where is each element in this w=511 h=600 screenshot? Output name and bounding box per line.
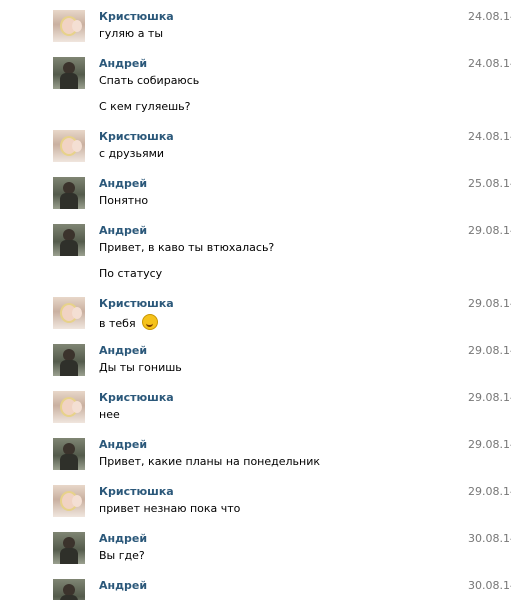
message-item: Андрей 30.08.14 Вы где? [0, 532, 511, 572]
message-text: нее [99, 408, 120, 421]
avatar[interactable] [53, 344, 85, 376]
avatar[interactable] [53, 438, 85, 470]
message-item: Андрей 30.08.14 [0, 579, 511, 600]
message-date[interactable]: 29.08.14 [468, 344, 511, 357]
avatar[interactable] [53, 391, 85, 423]
avatar[interactable] [53, 177, 85, 209]
message-item: Андрей 29.08.14 Привет, в каво ты втюхал… [0, 224, 511, 294]
message-text: с друзьями [99, 147, 165, 160]
author-name[interactable]: Кристюшка [99, 485, 174, 498]
message-text: Понятно [99, 194, 149, 207]
message-text: гуляю а ты [99, 27, 164, 40]
message-text: Спать собираюсь [99, 74, 200, 87]
author-name[interactable]: Андрей [99, 438, 147, 451]
message-date[interactable]: 29.08.14 [468, 438, 511, 451]
message-date[interactable]: 25.08.14 [468, 177, 511, 190]
avatar[interactable] [53, 485, 85, 517]
message-date[interactable]: 29.08.14 [468, 391, 511, 404]
avatar[interactable] [53, 297, 85, 329]
author-name[interactable]: Кристюшка [99, 297, 174, 310]
author-name[interactable]: Кристюшка [99, 130, 174, 143]
avatar[interactable] [53, 224, 85, 256]
avatar[interactable] [53, 57, 85, 89]
message-item: Андрей 24.08.14 Спать собираюсь С кем гу… [0, 57, 511, 127]
message-item: Кристюшка 29.08.14 привет незнаю пока чт… [0, 485, 511, 525]
message-text: в тебя [99, 314, 158, 330]
message-date[interactable]: 29.08.14 [468, 297, 511, 310]
message-item: Андрей 29.08.14 Привет, какие планы на п… [0, 438, 511, 478]
message-text: Ды ты гонишь [99, 361, 182, 374]
message-item: Кристюшка 29.08.14 в тебя [0, 297, 511, 337]
message-text: привет незнаю пока что [99, 502, 241, 515]
avatar[interactable] [53, 579, 85, 600]
author-name[interactable]: Андрей [99, 177, 147, 190]
message-date[interactable]: 29.08.14 [468, 224, 511, 237]
author-name[interactable]: Андрей [99, 532, 147, 545]
avatar[interactable] [53, 532, 85, 564]
message-date[interactable]: 24.08.14 [468, 130, 511, 143]
author-name[interactable]: Андрей [99, 579, 147, 592]
avatar[interactable] [53, 130, 85, 162]
message-text: С кем гуляешь? [99, 100, 191, 113]
message-date[interactable]: 29.08.14 [468, 485, 511, 498]
message-text: Привет, какие планы на понедельник [99, 455, 321, 468]
message-item: Андрей 25.08.14 Понятно [0, 177, 511, 217]
message-item: Кристюшка 24.08.14 гуляю а ты [0, 10, 511, 50]
author-name[interactable]: Кристюшка [99, 10, 174, 23]
message-date[interactable]: 30.08.14 [468, 532, 511, 545]
message-text: Привет, в каво ты втюхалась? [99, 241, 275, 254]
message-date[interactable]: 24.08.14 [468, 57, 511, 70]
message-item: Кристюшка 29.08.14 нее [0, 391, 511, 431]
message-text-content: в тебя [99, 317, 136, 330]
author-name[interactable]: Андрей [99, 57, 147, 70]
author-name[interactable]: Кристюшка [99, 391, 174, 404]
author-name[interactable]: Андрей [99, 224, 147, 237]
message-text: По статусу [99, 267, 163, 280]
avatar[interactable] [53, 10, 85, 42]
message-item: Андрей 29.08.14 Ды ты гонишь [0, 344, 511, 384]
message-item: Кристюшка 24.08.14 с друзьями [0, 130, 511, 170]
author-name[interactable]: Андрей [99, 344, 147, 357]
message-text: Вы где? [99, 549, 145, 562]
message-date[interactable]: 24.08.14 [468, 10, 511, 23]
laughing-smiley-icon [141, 314, 158, 330]
message-date[interactable]: 30.08.14 [468, 579, 511, 592]
